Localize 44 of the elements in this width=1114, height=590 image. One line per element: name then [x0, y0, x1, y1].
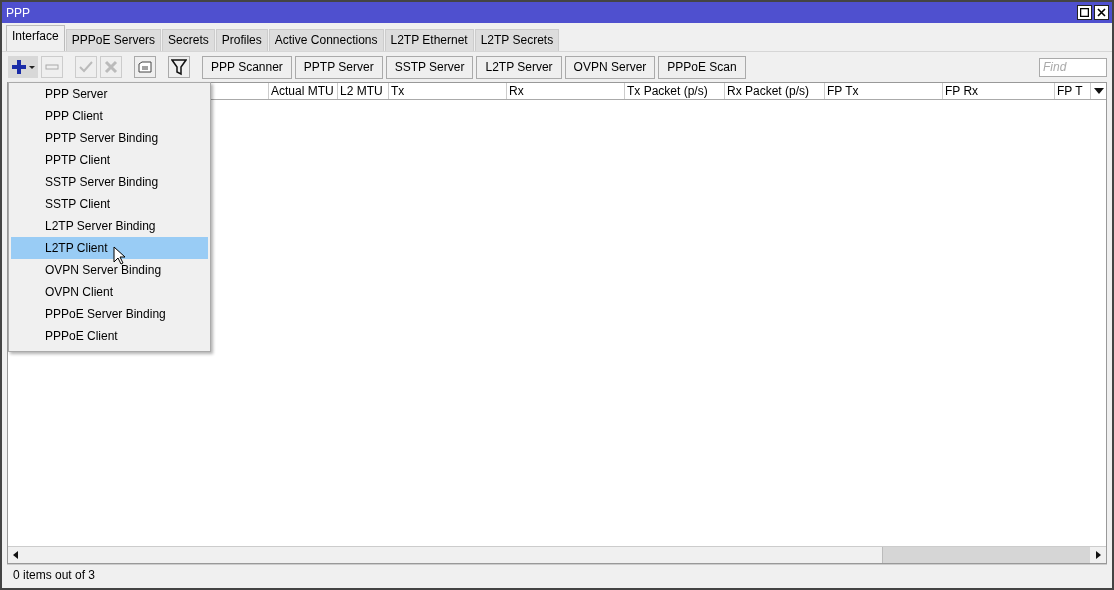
column-header[interactable]: FP Tx	[825, 83, 943, 99]
filter-icon[interactable]	[171, 58, 187, 76]
toolbar-button[interactable]: OVPN Server	[564, 55, 656, 79]
menu-item[interactable]: PPPoE Client	[11, 325, 208, 347]
tab[interactable]: PPPoE Servers	[65, 29, 162, 51]
column-header[interactable]: Tx	[389, 83, 507, 99]
menu-item[interactable]: PPP Server	[11, 83, 208, 105]
column-header[interactable]: Tx Packet (p/s)	[625, 83, 725, 99]
menu-item[interactable]: PPP Client	[11, 105, 208, 127]
column-header[interactable]: Rx	[507, 83, 625, 99]
close-button[interactable]	[1094, 5, 1109, 20]
menu-item[interactable]: OVPN Client	[11, 281, 208, 303]
menu-item[interactable]: PPPoE Server Binding	[11, 303, 208, 325]
column-menu-icon[interactable]	[1093, 88, 1104, 94]
toolbar-button[interactable]: L2TP Server	[476, 55, 562, 79]
maximize-button[interactable]	[1077, 5, 1092, 20]
find-field[interactable]: Find	[1039, 57, 1107, 77]
menu-item[interactable]: PPTP Server Binding	[11, 127, 208, 149]
column-header[interactable]: L2 MTU	[338, 83, 389, 99]
scrollbar-thumb[interactable]	[882, 547, 1090, 563]
column-header[interactable]: Actual MTU	[269, 83, 338, 99]
menu-item[interactable]: SSTP Client	[11, 193, 208, 215]
window-title: PPP	[6, 5, 31, 20]
toolbar-button[interactable]: PPPoE Scan	[658, 55, 746, 79]
status-text: 0 items out of 3	[13, 568, 96, 582]
toolbar-button[interactable]: PPP Scanner	[202, 55, 292, 79]
note-icon[interactable]	[137, 59, 153, 75]
menu-item[interactable]: SSTP Server Binding	[11, 171, 208, 193]
add-icon[interactable]	[10, 57, 36, 77]
tab[interactable]: Interface	[6, 25, 65, 51]
toolbar-button[interactable]: SSTP Server	[385, 55, 474, 79]
column-header[interactable]: FP Rx	[943, 83, 1055, 99]
column-header[interactable]: FP T	[1055, 83, 1091, 99]
tab[interactable]: Profiles	[215, 29, 268, 51]
toolbar-button[interactable]: PPTP Server	[294, 55, 383, 79]
column-header[interactable]: Rx Packet (p/s)	[725, 83, 825, 99]
tab[interactable]: Active Connections	[268, 29, 384, 51]
menu-item[interactable]: L2TP Server Binding	[11, 215, 208, 237]
mouse-cursor-icon	[113, 246, 127, 266]
tab[interactable]: Secrets	[162, 29, 215, 51]
tab[interactable]: L2TP Secrets	[474, 29, 560, 51]
menu-item[interactable]: PPTP Client	[11, 149, 208, 171]
tab[interactable]: L2TP Ethernet	[384, 29, 474, 51]
menu-item[interactable]: OVPN Server Binding	[11, 259, 208, 281]
